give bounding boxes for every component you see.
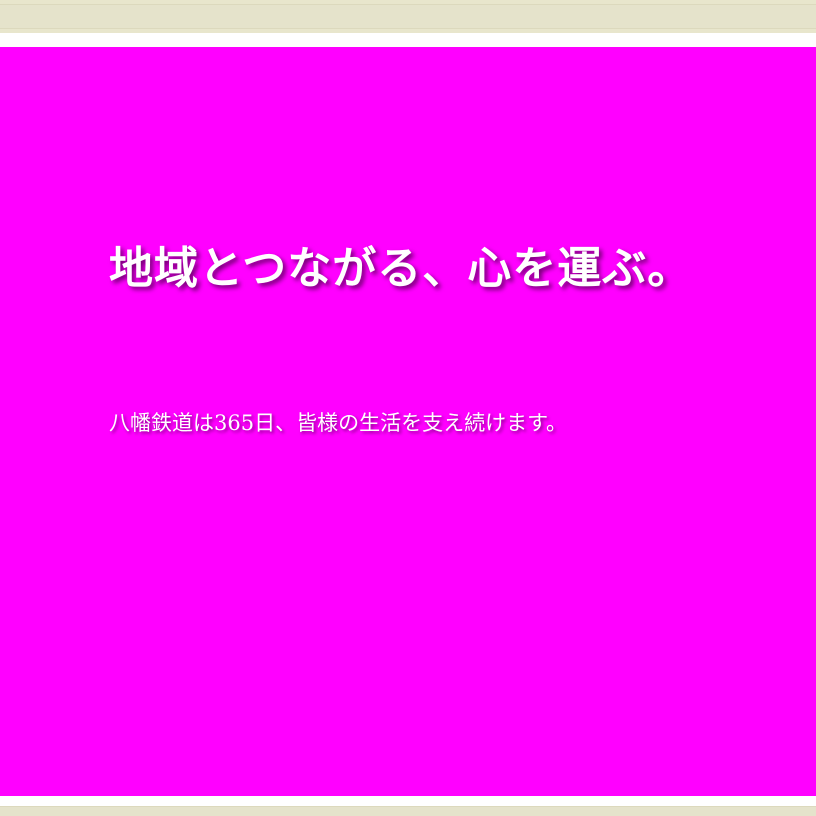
- top-header-band-inner: [0, 4, 816, 29]
- top-header-band: [0, 0, 816, 33]
- hero-banner: 地域とつながる、心を運ぶ。 八幡鉄道は365日、皆様の生活を支え続けます。: [0, 47, 816, 796]
- hero-subline: 八幡鉄道は365日、皆様の生活を支え続けます。: [109, 411, 567, 435]
- page: 地域とつながる、心を運ぶ。 八幡鉄道は365日、皆様の生活を支え続けます。: [0, 0, 816, 816]
- bottom-footer-band: [0, 806, 816, 816]
- hero-headline: 地域とつながる、心を運ぶ。: [109, 243, 693, 294]
